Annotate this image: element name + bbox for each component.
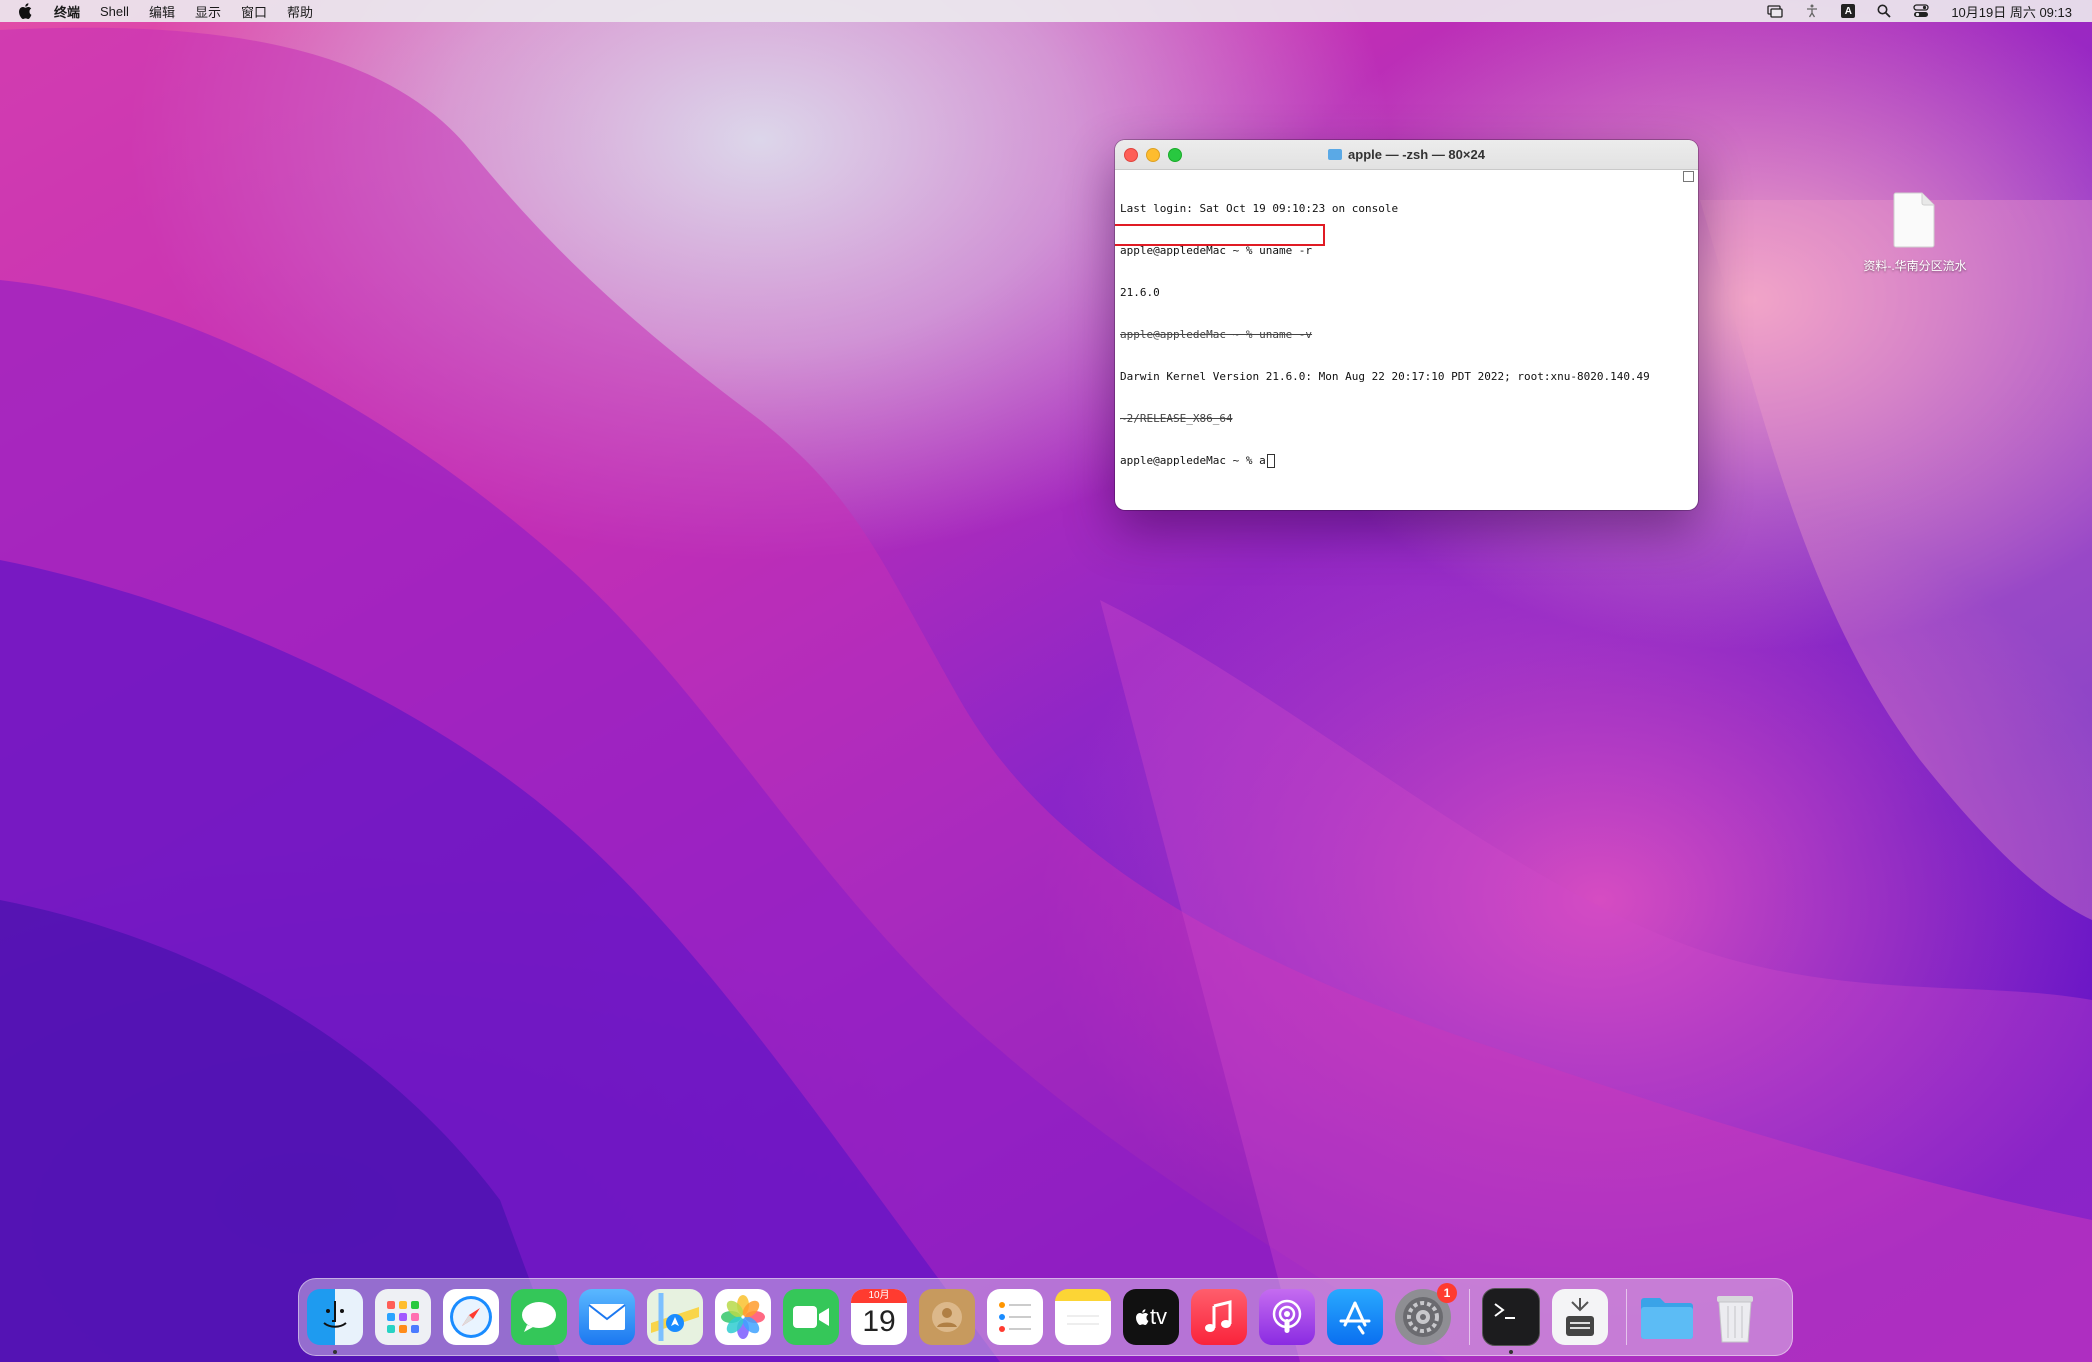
- terminal-prompt-line: apple@appledeMac ~ % a: [1120, 454, 1693, 468]
- apple-menu-icon[interactable]: [18, 3, 32, 19]
- messages-icon[interactable]: [511, 1289, 567, 1345]
- terminal-line: apple@appledeMac ~ % uname -r: [1120, 244, 1313, 257]
- control-center-icon[interactable]: [1913, 4, 1929, 18]
- settings-icon[interactable]: 1: [1395, 1283, 1457, 1345]
- terminal-prompt: apple@appledeMac ~ % a: [1120, 454, 1266, 467]
- notification-badge: 1: [1437, 1283, 1457, 1303]
- podcasts-icon[interactable]: [1259, 1289, 1315, 1345]
- safari-icon[interactable]: [443, 1289, 499, 1345]
- menu-app-name[interactable]: 终端: [54, 2, 80, 21]
- window-controls: [1124, 148, 1190, 162]
- terminal-title: apple — -zsh — 80×24: [1348, 147, 1485, 162]
- dock-separator: [1469, 1289, 1470, 1345]
- calendar-day: 19: [862, 1305, 896, 1338]
- highlight-box: [1115, 224, 1325, 246]
- appletv-label: tv: [1149, 1304, 1168, 1329]
- terminal-line: 21.6.0: [1120, 286, 1160, 299]
- menu-shell[interactable]: Shell: [100, 4, 129, 19]
- calendar-month: 10月: [851, 1289, 907, 1303]
- contacts-icon[interactable]: [919, 1289, 975, 1345]
- terminal-output[interactable]: Last login: Sat Oct 19 09:10:23 on conso…: [1115, 170, 1698, 510]
- desktop-file[interactable]: 资料-.华南分区流水: [1850, 192, 1980, 274]
- mail-icon[interactable]: [579, 1289, 635, 1345]
- menubar-clock[interactable]: 10月19日 周六 09:13: [1951, 2, 2072, 21]
- menu-help[interactable]: 帮助: [287, 2, 313, 21]
- minimize-button[interactable]: [1146, 148, 1160, 162]
- maps-icon[interactable]: [647, 1289, 703, 1345]
- wallpaper: [0, 27, 2092, 1362]
- appletv-icon[interactable]: tv: [1123, 1289, 1179, 1345]
- spotlight-search-icon[interactable]: [1877, 4, 1891, 18]
- running-indicator: [1509, 1350, 1513, 1354]
- terminal-titlebar[interactable]: apple — -zsh — 80×24: [1115, 140, 1698, 170]
- screen-mirroring-icon[interactable]: [1767, 4, 1783, 18]
- menu-view[interactable]: 显示: [195, 2, 221, 21]
- notes-icon[interactable]: [1055, 1289, 1111, 1345]
- music-icon[interactable]: [1191, 1289, 1247, 1345]
- terminal-window[interactable]: apple — -zsh — 80×24 Last login: Sat Oct…: [1115, 140, 1698, 510]
- terminal-line: Darwin Kernel Version 21.6.0: Mon Aug 22…: [1120, 370, 1650, 383]
- dock-separator: [1626, 1289, 1627, 1345]
- close-button[interactable]: [1124, 148, 1138, 162]
- document-icon: [1893, 192, 1935, 248]
- dock: 10月 19 tv 1: [298, 1278, 1793, 1356]
- terminal-line: apple@appledeMac ~ % uname -v: [1120, 328, 1313, 341]
- zoom-button[interactable]: [1168, 148, 1182, 162]
- desktop-file-label: 资料-.华南分区流水: [1863, 259, 1967, 273]
- downloads-folder-icon[interactable]: [1639, 1289, 1695, 1345]
- photos-icon[interactable]: [715, 1289, 771, 1345]
- accessibility-icon[interactable]: [1805, 4, 1819, 18]
- menu-window[interactable]: 窗口: [241, 2, 267, 21]
- terminal-line: ~2/RELEASE_X86_64: [1120, 412, 1233, 425]
- finder-icon[interactable]: [307, 1289, 363, 1354]
- facetime-icon[interactable]: [783, 1289, 839, 1345]
- screenshot-icon[interactable]: [1552, 1289, 1608, 1345]
- running-indicator: [333, 1350, 337, 1354]
- input-method-label: A: [1841, 4, 1856, 18]
- appstore-icon[interactable]: [1327, 1289, 1383, 1345]
- menu-edit[interactable]: 编辑: [149, 2, 175, 21]
- terminal-line: Last login: Sat Oct 19 09:10:23 on conso…: [1120, 202, 1399, 215]
- terminal-icon[interactable]: [1482, 1288, 1540, 1354]
- reminders-icon[interactable]: [987, 1289, 1043, 1345]
- launchpad-icon[interactable]: [375, 1289, 431, 1345]
- input-method-icon[interactable]: A: [1841, 4, 1856, 18]
- folder-icon: [1328, 149, 1343, 160]
- calendar-icon[interactable]: 10月 19: [851, 1289, 907, 1345]
- trash-icon[interactable]: [1707, 1289, 1763, 1345]
- text-cursor: [1266, 454, 1275, 468]
- menu-bar: 终端 Shell 编辑 显示 窗口 帮助 A 10月19日 周六 09:13: [0, 0, 2092, 22]
